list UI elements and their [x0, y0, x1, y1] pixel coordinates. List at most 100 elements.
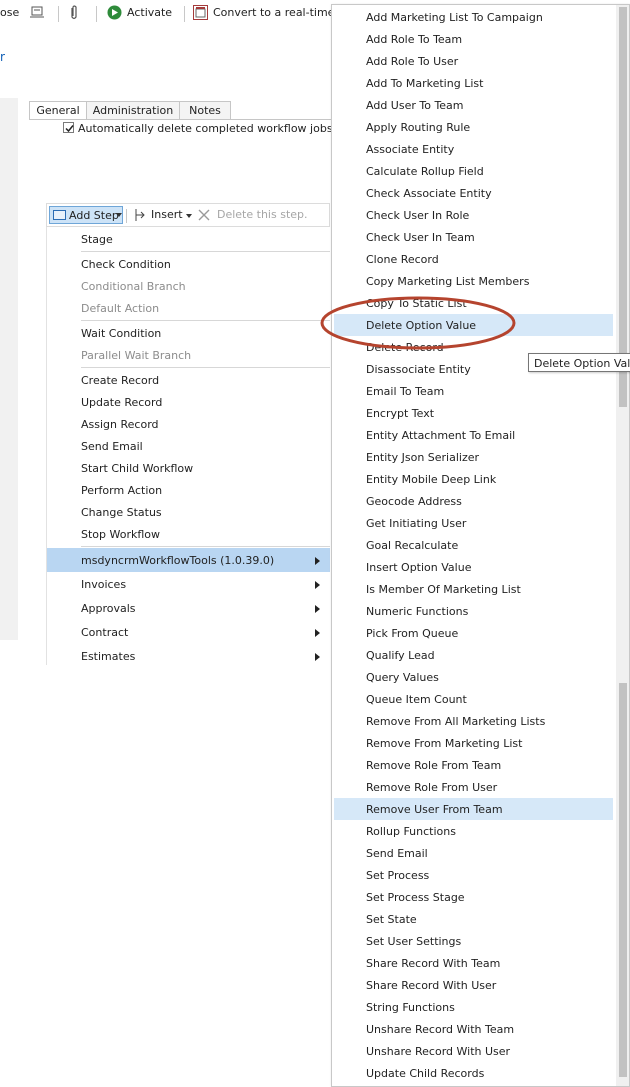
- menu-item-update-record[interactable]: Update Record: [47, 391, 330, 413]
- submenu-item-numeric-functions[interactable]: Numeric Functions: [334, 600, 613, 622]
- submenu-item-set-user-settings[interactable]: Set User Settings: [334, 930, 613, 952]
- submenu-item-entity-attachment-to-email[interactable]: Entity Attachment To Email: [334, 424, 613, 446]
- submenu-item-label: Disassociate Entity: [366, 363, 471, 376]
- toolbar-separator: [96, 6, 97, 22]
- submenu-item-apply-routing-rule[interactable]: Apply Routing Rule: [334, 116, 613, 138]
- submenu-item-remove-user-from-team[interactable]: Remove User From Team: [334, 798, 613, 820]
- submenu-item-geocode-address[interactable]: Geocode Address: [334, 490, 613, 512]
- submenu-item-remove-from-marketing-list[interactable]: Remove From Marketing List: [334, 732, 613, 754]
- submenu-item-set-process[interactable]: Set Process: [334, 864, 613, 886]
- submenu-item-share-record-with-user[interactable]: Share Record With User: [334, 974, 613, 996]
- submenu-item-label: Add Role To Team: [366, 33, 463, 46]
- menu-item-create-record[interactable]: Create Record: [47, 369, 330, 391]
- submenu-item-clone-record[interactable]: Clone Record: [334, 248, 613, 270]
- submenu-item-label: Send Email: [366, 847, 428, 860]
- submenu-item-label: Check User In Team: [366, 231, 475, 244]
- scrollbar-thumb[interactable]: [619, 683, 627, 1077]
- submenu-item-entity-mobile-deep-link[interactable]: Entity Mobile Deep Link: [334, 468, 613, 490]
- submenu-item-add-marketing-list-to-campaign[interactable]: Add Marketing List To Campaign: [334, 6, 613, 28]
- menu-separator: [81, 251, 330, 252]
- submenu-item-label: Unshare Record With User: [366, 1045, 511, 1058]
- menu-item-change-status[interactable]: Change Status: [47, 501, 330, 523]
- submenu-item-check-user-in-team[interactable]: Check User In Team: [334, 226, 613, 248]
- menu-separator: [81, 367, 330, 368]
- submenu-item-set-process-stage[interactable]: Set Process Stage: [334, 886, 613, 908]
- menu-item-perform-action[interactable]: Perform Action: [47, 479, 330, 501]
- print-preview-icon[interactable]: [30, 6, 44, 19]
- menu-item-wait-condition[interactable]: Wait Condition: [47, 322, 330, 344]
- submenu-item-email-to-team[interactable]: Email To Team: [334, 380, 613, 402]
- submenu-item-label: Remove From All Marketing Lists: [366, 715, 546, 728]
- auto-delete-checkbox[interactable]: [63, 122, 74, 133]
- submenu-item-associate-entity[interactable]: Associate Entity: [334, 138, 613, 160]
- tab-general[interactable]: General: [29, 101, 87, 120]
- submenu-item-qualify-lead[interactable]: Qualify Lead: [334, 644, 613, 666]
- menu-item-stage[interactable]: Stage: [47, 228, 330, 250]
- tab-notes[interactable]: Notes: [179, 101, 231, 120]
- submenu-item-unshare-record-with-user[interactable]: Unshare Record With User: [334, 1040, 613, 1062]
- submenu-item-queue-item-count[interactable]: Queue Item Count: [334, 688, 613, 710]
- submenu-item-get-initiating-user[interactable]: Get Initiating User: [334, 512, 613, 534]
- left-link-fragment[interactable]: r: [0, 50, 5, 64]
- submenu-item-is-member-of-marketing-list[interactable]: Is Member Of Marketing List: [334, 578, 613, 600]
- submenu-item-calculate-rollup-field[interactable]: Calculate Rollup Field: [334, 160, 613, 182]
- submenu-item-insert-option-value[interactable]: Insert Option Value: [334, 556, 613, 578]
- submenu-item-unshare-record-with-team[interactable]: Unshare Record With Team: [334, 1018, 613, 1040]
- close-button-fragment[interactable]: ose: [0, 6, 19, 19]
- submenu-item-add-role-to-user[interactable]: Add Role To User: [334, 50, 613, 72]
- command-bar: ose Activate Convert to a real-time w: [0, 0, 347, 28]
- annotation-ellipse: [320, 296, 516, 350]
- chevron-right-icon: [315, 557, 320, 565]
- submenu-item-copy-marketing-list-members[interactable]: Copy Marketing List Members: [334, 270, 613, 292]
- workflow-tools-submenu: Add Marketing List To Campaign Add Role T…: [331, 4, 630, 1087]
- menu-item-send-email[interactable]: Send Email: [47, 435, 330, 457]
- submenu-item-rollup-functions[interactable]: Rollup Functions: [334, 820, 613, 842]
- submenu-item-send-email[interactable]: Send Email: [334, 842, 613, 864]
- submenu-item-set-state[interactable]: Set State: [334, 908, 613, 930]
- tab-administration[interactable]: Administration: [86, 101, 180, 120]
- insert-icon[interactable]: [134, 208, 146, 222]
- submenu-item-label: Remove Role From Team: [366, 759, 502, 772]
- submenu-item-update-child-records[interactable]: Update Child Records: [334, 1062, 613, 1084]
- submenu-item-label: String Functions: [366, 1001, 455, 1014]
- submenu-item-check-user-in-role[interactable]: Check User In Role: [334, 204, 613, 226]
- submenu-item-goal-recalculate[interactable]: Goal Recalculate: [334, 534, 613, 556]
- submenu-item-remove-role-from-team[interactable]: Remove Role From Team: [334, 754, 613, 776]
- submenu-scrollbar[interactable]: [616, 5, 629, 1086]
- submenu-item-add-role-to-team[interactable]: Add Role To Team: [334, 28, 613, 50]
- activate-icon[interactable]: [107, 5, 122, 20]
- tooltip-text: Delete Option Value: [534, 357, 630, 370]
- tooltip: Delete Option Value: [528, 353, 630, 372]
- submenu-item-label: Add To Marketing List: [366, 77, 484, 90]
- activate-button[interactable]: Activate: [127, 6, 172, 19]
- menu-item-msdyncrm-workflow-tools[interactable]: msdyncrmWorkflowTools (1.0.39.0): [47, 548, 330, 572]
- submenu-item-string-functions[interactable]: String Functions: [334, 996, 613, 1018]
- add-step-button[interactable]: Add Step: [49, 206, 123, 224]
- menu-item-assign-record[interactable]: Assign Record: [47, 413, 330, 435]
- attach-icon[interactable]: [69, 5, 79, 21]
- submenu-item-pick-from-queue[interactable]: Pick From Queue: [334, 622, 613, 644]
- submenu-item-query-values[interactable]: Query Values: [334, 666, 613, 688]
- menu-item-stop-workflow[interactable]: Stop Workflow: [47, 523, 330, 545]
- submenu-item-label: Apply Routing Rule: [366, 121, 471, 134]
- convert-realtime-button[interactable]: Convert to a real-time w: [213, 6, 347, 19]
- insert-button[interactable]: Insert: [151, 208, 183, 221]
- submenu-item-encrypt-text[interactable]: Encrypt Text: [334, 402, 613, 424]
- menu-item-approvals[interactable]: Approvals: [47, 596, 330, 620]
- menu-item-check-condition[interactable]: Check Condition: [47, 253, 330, 275]
- submenu-item-label: Add Marketing List To Campaign: [366, 11, 543, 24]
- submenu-item-share-record-with-team[interactable]: Share Record With Team: [334, 952, 613, 974]
- submenu-item-label: Email To Team: [366, 385, 445, 398]
- submenu-item-check-associate-entity[interactable]: Check Associate Entity: [334, 182, 613, 204]
- menu-item-estimates[interactable]: Estimates: [47, 644, 330, 668]
- submenu-item-add-user-to-team[interactable]: Add User To Team: [334, 94, 613, 116]
- menu-item-contract[interactable]: Contract: [47, 620, 330, 644]
- submenu-item-remove-from-all-marketing-lists[interactable]: Remove From All Marketing Lists: [334, 710, 613, 732]
- menu-item-start-child-workflow[interactable]: Start Child Workflow: [47, 457, 330, 479]
- submenu-item-add-to-marketing-list[interactable]: Add To Marketing List: [334, 72, 613, 94]
- scrollbar-thumb[interactable]: [619, 7, 627, 407]
- convert-icon[interactable]: [193, 5, 208, 20]
- submenu-item-entity-json-serializer[interactable]: Entity Json Serializer: [334, 446, 613, 468]
- menu-item-invoices[interactable]: Invoices: [47, 572, 330, 596]
- submenu-item-remove-role-from-user[interactable]: Remove Role From User: [334, 776, 613, 798]
